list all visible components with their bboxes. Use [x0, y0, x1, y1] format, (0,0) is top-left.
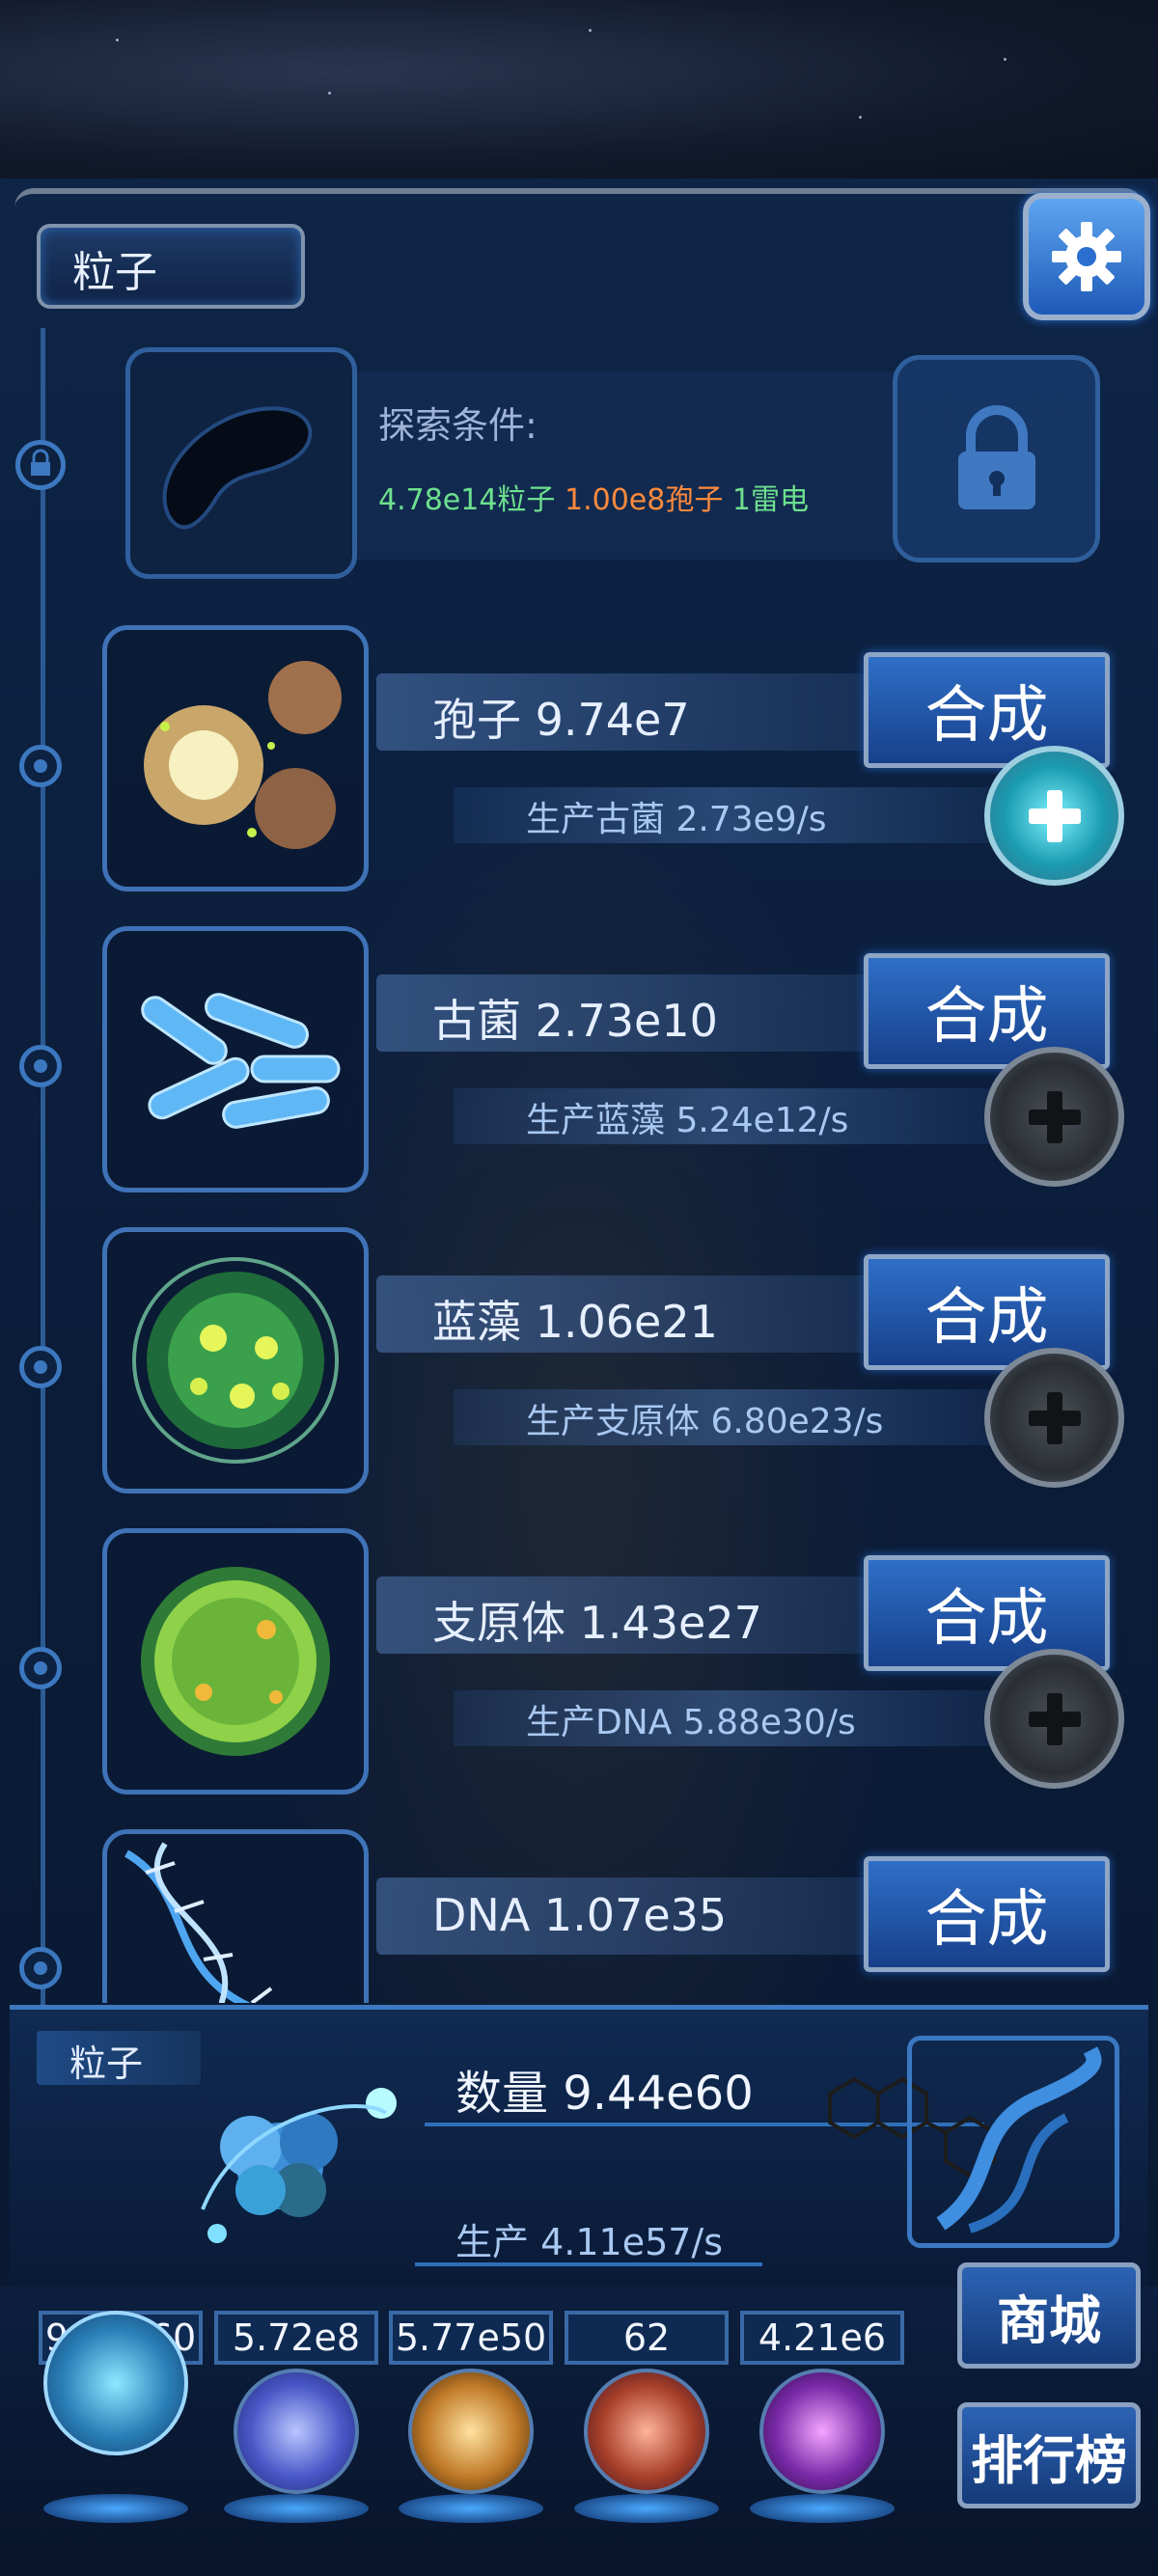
particle-orb-icon[interactable] — [43, 2311, 188, 2455]
mycoplasma-icon — [141, 1567, 330, 1756]
plus-icon — [1028, 1692, 1081, 1745]
archaea-icon — [141, 993, 341, 1129]
page-title: 粒子 — [72, 248, 157, 297]
explore-condition-label: 探索条件: — [378, 404, 538, 447]
item-production-rate: 生产古菌 2.73e9/s — [526, 800, 827, 839]
rail-lock-icon — [15, 440, 66, 490]
resource-production-rate: 生产 4.11e57/s — [455, 2221, 724, 2263]
vortex-orb-icon[interactable] — [759, 2369, 885, 2494]
requirement-lightning: 1雷电 — [731, 483, 809, 517]
particle-cluster-icon — [201, 2088, 397, 2243]
gear-icon — [1052, 222, 1121, 291]
item-row: 蓝藻 1.06e21 生产支原体 6.80e23/s 合成 — [0, 1227, 1158, 1517]
synthesize-button[interactable]: 合成 — [864, 1856, 1110, 1972]
upgrade-button[interactable] — [984, 1649, 1124, 1789]
cyanobacteria-icon — [132, 1257, 339, 1464]
pedestal — [750, 2494, 895, 2523]
item-thumbnail — [102, 1227, 369, 1494]
dna-helix-icon — [936, 2046, 1102, 2233]
spore-icon — [144, 661, 342, 849]
item-row: DNA 1.07e35 合成 — [0, 1829, 1158, 2003]
item-thumbnail — [102, 926, 369, 1192]
item-thumbnail — [102, 625, 369, 891]
item-name-count: DNA 1.07e35 — [432, 1889, 728, 1941]
item-thumbnail — [102, 1829, 369, 2003]
item-name-count: 蓝藻 1.06e21 — [432, 1296, 718, 1348]
locked-item-thumbnail — [125, 347, 357, 579]
space-background — [0, 0, 1158, 178]
resource-tab-label: 粒子 — [69, 2042, 144, 2085]
currency-value: 5.72e8 — [214, 2311, 378, 2365]
brain-orb-icon[interactable] — [584, 2369, 709, 2494]
resource-quantity: 数量 9.44e60 — [455, 2067, 754, 2121]
plus-icon — [1028, 1090, 1081, 1143]
ranking-button[interactable]: 排行榜 — [957, 2402, 1141, 2508]
plus-icon — [1028, 789, 1081, 842]
pedestal — [224, 2494, 369, 2523]
galaxy-orb-icon[interactable] — [408, 2369, 534, 2494]
upgrade-button[interactable] — [984, 1047, 1124, 1187]
requirement-spores: 1.00e8孢子 — [564, 483, 724, 517]
item-production-rate: 生产蓝藻 5.24e12/s — [526, 1101, 849, 1140]
unlock-button[interactable] — [893, 355, 1100, 562]
item-row: 支原体 1.43e27 生产DNA 5.88e30/s 合成 — [0, 1528, 1158, 1818]
padlock-icon — [957, 404, 1035, 509]
item-name-count: 古菌 2.73e10 — [432, 995, 718, 1047]
lightning-orb-icon[interactable] — [234, 2369, 359, 2494]
item-row: 古菌 2.73e10 生产蓝藻 5.24e12/s 合成 — [0, 926, 1158, 1216]
requirement-particles: 4.78e14粒子 — [378, 483, 556, 517]
upgrade-button[interactable] — [984, 746, 1124, 886]
shop-button[interactable]: 商城 — [957, 2262, 1141, 2369]
item-thumbnail — [102, 1528, 369, 1795]
settings-button[interactable] — [1023, 193, 1150, 320]
item-row: 孢子 9.74e7 生产古菌 2.73e9/s 合成 — [0, 625, 1158, 915]
plus-icon — [1028, 1391, 1081, 1444]
pedestal — [574, 2494, 719, 2523]
unknown-organism-icon — [162, 406, 313, 530]
item-name-count: 支原体 1.43e27 — [432, 1597, 762, 1649]
divider-line — [415, 2262, 762, 2266]
dna-frame — [907, 2036, 1119, 2248]
pedestal — [43, 2494, 188, 2523]
item-production-rate: 生产DNA 5.88e30/s — [526, 1703, 856, 1742]
currency-value: 5.77e50 — [389, 2311, 553, 2365]
currency-value: 62 — [565, 2311, 729, 2365]
upgrade-button[interactable] — [984, 1348, 1124, 1488]
item-name-count: 孢子 9.74e7 — [432, 694, 690, 746]
dna-icon — [124, 1842, 273, 2003]
item-production-rate: 生产支原体 6.80e23/s — [526, 1402, 884, 1441]
requirement-line: 4.78e14粒子 1.00e8孢子 1雷电 — [378, 476, 809, 518]
pedestal — [399, 2494, 543, 2523]
currency-value: 4.21e6 — [740, 2311, 904, 2365]
